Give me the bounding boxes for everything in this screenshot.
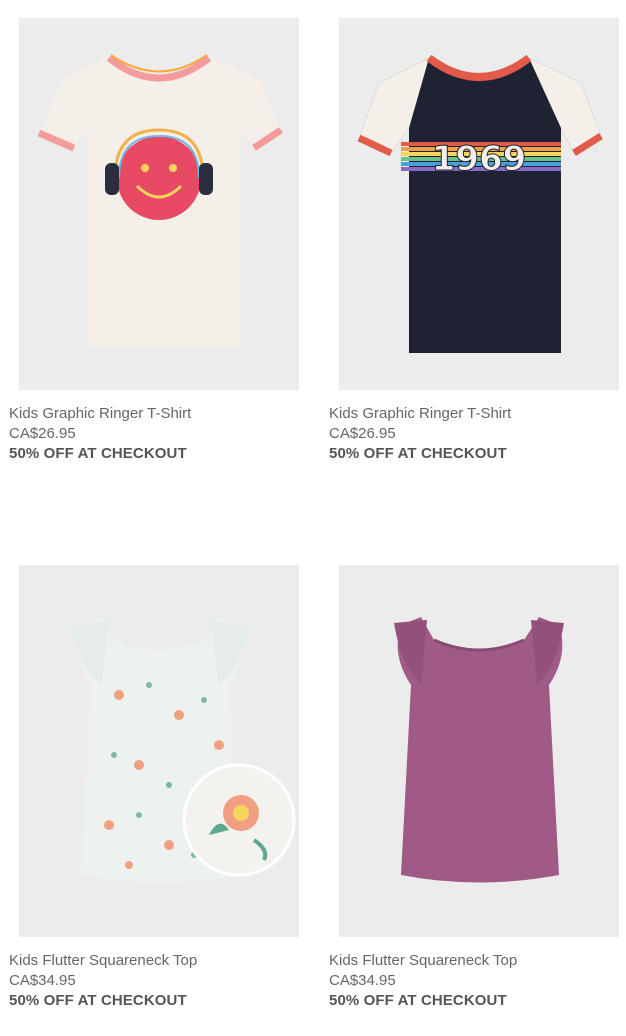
product-card[interactable]: Kids Flutter Squareneck Top CA$34.95 50%… <box>329 565 619 1009</box>
product-name[interactable]: Kids Flutter Squareneck Top <box>329 951 626 971</box>
promo-label: 50% OFF AT CHECKOUT <box>329 992 507 1009</box>
product-card[interactable]: 1969 Kids Graphic Ringer T-Shirt CA$26.9… <box>329 18 619 462</box>
product-image[interactable] <box>339 565 619 937</box>
product-image[interactable] <box>19 18 299 390</box>
product-price: CA$34.95 <box>9 972 76 989</box>
product-name[interactable]: Kids Graphic Ringer T-Shirt <box>329 404 626 424</box>
product-price: CA$26.95 <box>329 425 396 442</box>
product-price: CA$34.95 <box>329 972 396 989</box>
svg-text:1969: 1969 <box>432 139 527 179</box>
purple-flutter-top-image <box>394 617 564 883</box>
smiley-headphones-tshirt-image <box>37 54 283 348</box>
1969-rainbow-tshirt-image: 1969 <box>357 54 603 353</box>
product-name[interactable]: Kids Graphic Ringer T-Shirt <box>9 404 309 424</box>
product-card[interactable]: Kids Graphic Ringer T-Shirt CA$26.95 50%… <box>9 18 299 462</box>
product-image[interactable] <box>19 565 299 937</box>
product-price: CA$26.95 <box>9 425 76 442</box>
floral-flutter-top-image <box>69 617 296 883</box>
product-name[interactable]: Kids Flutter Squareneck Top <box>9 951 309 971</box>
promo-label: 50% OFF AT CHECKOUT <box>9 445 187 462</box>
product-card[interactable]: Kids Flutter Squareneck Top CA$34.95 50%… <box>9 565 299 1009</box>
promo-label: 50% OFF AT CHECKOUT <box>9 992 187 1009</box>
product-image[interactable]: 1969 <box>339 18 619 390</box>
promo-label: 50% OFF AT CHECKOUT <box>329 445 507 462</box>
